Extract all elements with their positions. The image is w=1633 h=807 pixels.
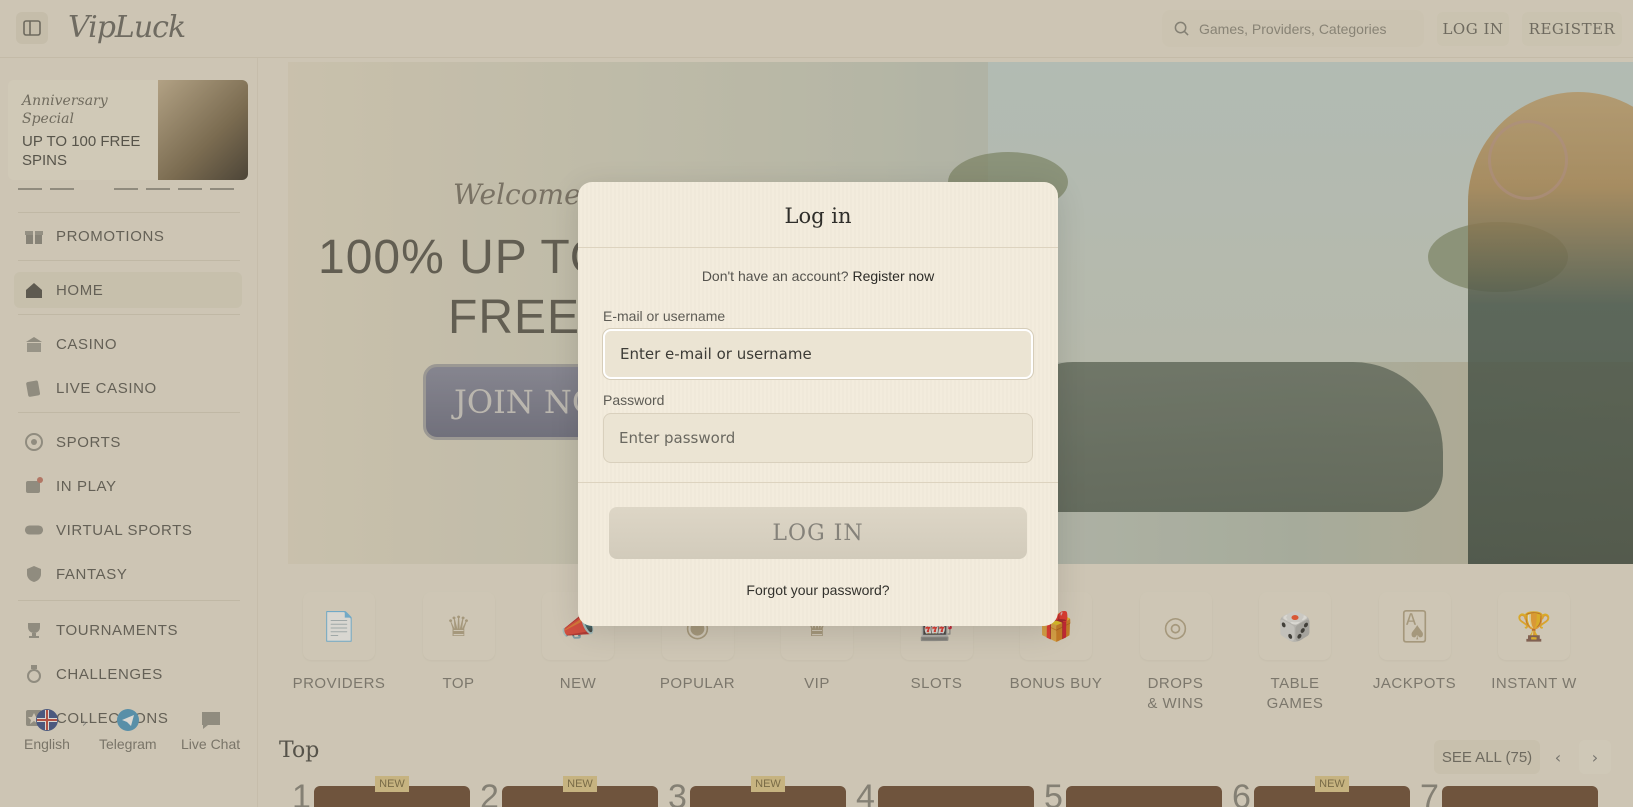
register-prompt: Don't have an account? Register now <box>578 268 1058 284</box>
modal-divider <box>578 482 1058 483</box>
modal-divider <box>578 247 1058 248</box>
password-field[interactable] <box>603 413 1033 463</box>
register-now-link[interactable]: Register now <box>852 268 934 284</box>
email-field[interactable] <box>603 329 1033 379</box>
email-label: E-mail or username <box>603 308 726 324</box>
password-input[interactable] <box>619 429 1019 447</box>
password-label: Password <box>603 392 665 408</box>
no-account-text: Don't have an account? <box>701 268 849 284</box>
forgot-password-link[interactable]: Forgot your password? <box>578 582 1058 598</box>
email-input[interactable] <box>620 345 1020 363</box>
login-submit-button[interactable]: LOG IN <box>609 507 1027 559</box>
login-modal: Log in Don't have an account? Register no… <box>578 182 1058 626</box>
modal-title: Log in <box>784 204 852 228</box>
